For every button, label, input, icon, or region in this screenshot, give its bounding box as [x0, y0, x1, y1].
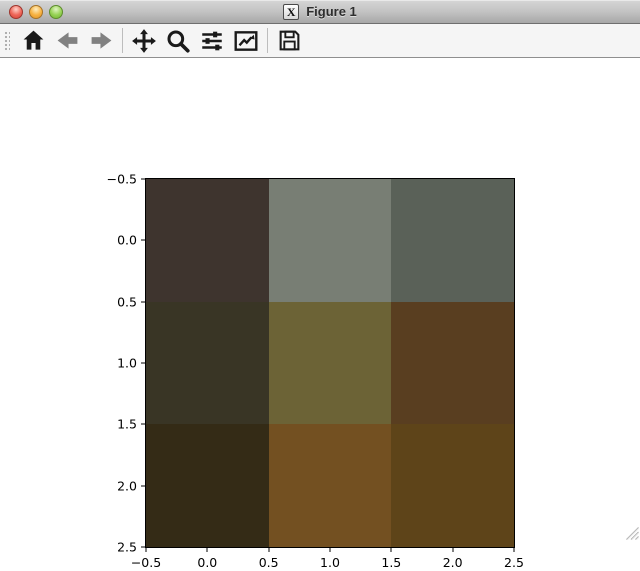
y-tick-labels: −0.50.00.51.01.52.02.5	[97, 179, 137, 547]
window-title: Figure 1	[306, 4, 357, 19]
tick-mark	[141, 301, 145, 302]
heatmap-grid	[146, 179, 514, 547]
tick-mark	[146, 548, 147, 552]
tick-mark	[141, 363, 145, 364]
home-button[interactable]	[18, 27, 48, 55]
matplotlib-toolbar	[0, 24, 640, 58]
pan-arrows-icon	[131, 28, 157, 54]
tick-mark	[141, 547, 145, 548]
magnifier-icon	[165, 28, 191, 54]
tick-label: 1.0	[320, 555, 340, 570]
tick-mark	[514, 548, 515, 552]
tick-mark	[141, 485, 145, 486]
sliders-icon	[199, 28, 225, 54]
heatmap-cell	[391, 179, 514, 302]
heatmap-cell	[146, 302, 269, 425]
y-tick-marks	[142, 179, 146, 547]
tick-label: 0.0	[197, 555, 217, 570]
title-area: X Figure 1	[0, 0, 640, 23]
floppy-disk-icon	[277, 28, 302, 53]
tick-mark	[452, 548, 453, 552]
save-button[interactable]	[274, 27, 304, 55]
heatmap-cell	[269, 179, 392, 302]
tick-mark	[141, 424, 145, 425]
toolbar-drag-grip[interactable]	[3, 30, 10, 52]
window-resize-grip[interactable]	[623, 524, 639, 540]
tick-mark	[268, 548, 269, 552]
heatmap-cell	[146, 179, 269, 302]
tick-mark	[141, 240, 145, 241]
tick-mark	[207, 548, 208, 552]
zoom-button[interactable]	[163, 27, 193, 55]
tick-label: 0.5	[259, 555, 279, 570]
heatmap-cell	[391, 302, 514, 425]
tick-label: 1.0	[117, 356, 137, 371]
heatmap-cell	[146, 424, 269, 547]
heatmap-cell	[269, 424, 392, 547]
tick-label: 0.5	[117, 294, 137, 309]
forward-button[interactable]	[86, 27, 116, 55]
line-chart-icon	[233, 28, 259, 54]
heatmap-cell	[269, 302, 392, 425]
tick-label: 2.5	[504, 555, 524, 570]
tick-mark	[141, 179, 145, 180]
toolbar-separator	[267, 28, 268, 53]
tick-mark	[391, 548, 392, 552]
tick-label: 0.0	[117, 233, 137, 248]
tick-label: −0.5	[131, 555, 161, 570]
pan-button[interactable]	[129, 27, 159, 55]
tick-mark	[330, 548, 331, 552]
tick-label: 2.0	[117, 478, 137, 493]
x-tick-marks	[146, 547, 514, 551]
axes-plot-area: −0.50.00.51.01.52.02.5 −0.50.00.51.01.52…	[145, 178, 515, 548]
configure-subplots-button[interactable]	[197, 27, 227, 55]
window-titlebar[interactable]: X Figure 1	[0, 0, 640, 24]
x11-app-icon: X	[283, 4, 299, 20]
x-tick-labels: −0.50.00.51.01.52.02.5	[146, 555, 514, 571]
tick-label: 1.5	[381, 555, 401, 570]
customize-button[interactable]	[231, 27, 261, 55]
tick-label: 2.5	[117, 540, 137, 555]
figure-canvas: −0.50.00.51.01.52.02.5 −0.50.00.51.01.52…	[0, 58, 640, 541]
home-icon	[21, 28, 46, 53]
forward-arrow-icon	[89, 28, 114, 53]
heatmap-cell	[391, 424, 514, 547]
tick-label: 2.0	[443, 555, 463, 570]
back-button[interactable]	[52, 27, 82, 55]
tick-label: 1.5	[117, 417, 137, 432]
toolbar-separator	[122, 28, 123, 53]
back-arrow-icon	[55, 28, 80, 53]
tick-label: −0.5	[107, 172, 137, 187]
